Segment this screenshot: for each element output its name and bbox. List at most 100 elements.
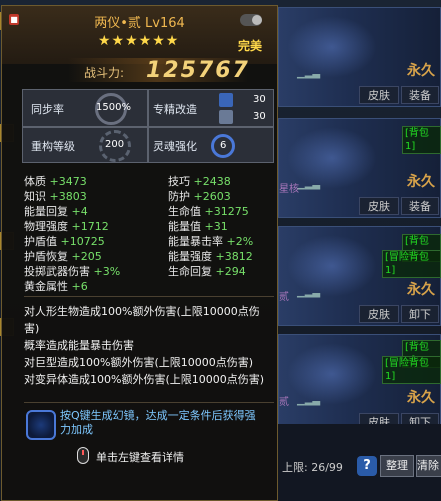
mastery-value-defense: 30 bbox=[253, 111, 266, 122]
item-title: 两仪•贰 Lv164 bbox=[2, 12, 277, 31]
star-rating: ★★★★★★ bbox=[98, 33, 180, 49]
stat-name: 防护 bbox=[168, 190, 190, 203]
stat-row: 护盾值 +10725 bbox=[24, 234, 105, 249]
signal-bars-icon: ▁▂▃ bbox=[297, 68, 321, 79]
stat-name: 护盾值 bbox=[24, 235, 57, 248]
skin-button[interactable]: 皮肤 bbox=[359, 197, 399, 215]
sync-rate-value: 1500% bbox=[96, 102, 131, 113]
stat-row: 护盾恢复 +205 bbox=[24, 249, 102, 264]
stat-name: 知识 bbox=[24, 190, 46, 203]
weapon-card-1[interactable]: ▁▂▃ 永久 皮肤 装备 bbox=[278, 7, 441, 107]
sync-rate-panel: 同步率 1500% bbox=[22, 89, 148, 127]
stat-value: +3473 bbox=[49, 175, 87, 188]
stat-name: 投掷武器伤害 bbox=[24, 265, 90, 278]
divider bbox=[24, 296, 274, 297]
stat-row: 物理强度 +1712 bbox=[24, 219, 109, 234]
sync-rate-label: 同步率 bbox=[31, 103, 64, 116]
help-button[interactable]: ? bbox=[357, 456, 377, 476]
soul-value: 6 bbox=[220, 140, 227, 151]
signal-bars-icon: ▁▂▃ bbox=[297, 179, 321, 190]
mastery-panel: 专精改造 30 30 bbox=[148, 89, 274, 127]
stat-row: 生命回复 +294 bbox=[168, 264, 246, 279]
stat-name: 技巧 bbox=[168, 175, 190, 188]
click-hint: 单击左键查看详情 bbox=[96, 451, 184, 464]
signal-bars-icon: ▁▂▃ bbox=[297, 287, 321, 298]
effect-line: 对变异体造成100%额外伤害(上限10000点伤害) bbox=[24, 373, 265, 386]
stat-name: 黄金属性 bbox=[24, 280, 68, 293]
stat-name: 生命值 bbox=[168, 205, 201, 218]
sort-button[interactable]: 整理 bbox=[380, 455, 414, 477]
stat-value: +3812 bbox=[215, 250, 253, 263]
stat-value: +31275 bbox=[204, 205, 249, 218]
adventure-bag-tag: [冒险背包1] bbox=[382, 250, 441, 278]
shield-icon bbox=[219, 110, 233, 124]
card-name-fragment: 星核 bbox=[279, 184, 299, 195]
stat-value: +3% bbox=[93, 265, 121, 278]
stat-name: 能量暴击率 bbox=[168, 235, 223, 248]
stat-row: 生命值 +31275 bbox=[168, 204, 249, 219]
stat-row: 知识 +3803 bbox=[24, 189, 87, 204]
stat-value: +2603 bbox=[193, 190, 231, 203]
card-name-fragment: 贰 bbox=[279, 292, 289, 303]
stat-row: 投掷武器伤害 +3% bbox=[24, 264, 120, 279]
quality-label: 完美 bbox=[238, 39, 263, 53]
reforge-label: 重构等级 bbox=[31, 140, 75, 153]
power-value: 125767 bbox=[146, 58, 250, 83]
stat-value: +2438 bbox=[193, 175, 231, 188]
unequip-button[interactable]: 卸下 bbox=[401, 305, 439, 323]
stat-value: +4 bbox=[71, 205, 88, 218]
stat-row: 能量暴击率 +2% bbox=[168, 234, 253, 249]
stat-value: +31 bbox=[204, 220, 228, 233]
mastery-label: 专精改造 bbox=[153, 103, 197, 116]
stat-row: 能量回复 +4 bbox=[24, 204, 88, 219]
signal-bars-icon: ▁▂▃ bbox=[297, 395, 321, 406]
stat-value: +294 bbox=[215, 265, 246, 278]
stat-value: +205 bbox=[71, 250, 102, 263]
stat-name: 能量强度 bbox=[168, 250, 212, 263]
stat-name: 能量值 bbox=[168, 220, 201, 233]
item-level: Lv164 bbox=[145, 16, 185, 31]
stat-name: 物理强度 bbox=[24, 220, 68, 233]
effect-line: 概率造成能量暴击伤害 bbox=[24, 339, 134, 352]
equip-button[interactable]: 装备 bbox=[401, 197, 439, 215]
duration-label: 永久 bbox=[407, 63, 435, 79]
stat-value: +10725 bbox=[60, 235, 105, 248]
special-effects: 对人形生物造成100%额外伤害(上限10000点伤害) 概率造成能量暴击伤害 对… bbox=[24, 303, 274, 388]
sword-icon bbox=[219, 93, 233, 107]
stat-name: 生命回复 bbox=[168, 265, 212, 278]
stat-row: 能量值 +31 bbox=[168, 219, 228, 234]
mouse-left-click-icon bbox=[77, 447, 89, 464]
effect-line: 对人形生物造成100%额外伤害(上限10000点伤害) bbox=[24, 305, 260, 335]
equip-button[interactable]: 装备 bbox=[401, 86, 439, 104]
divider bbox=[24, 402, 274, 403]
adventure-bag-tag: [冒险背包1] bbox=[382, 356, 441, 384]
compare-toggle[interactable] bbox=[240, 14, 262, 26]
duration-label: 永久 bbox=[407, 390, 435, 406]
stat-row: 黄金属性 +6 bbox=[24, 279, 88, 294]
duration-label: 永久 bbox=[407, 174, 435, 190]
clear-button[interactable]: 清除 bbox=[416, 455, 441, 477]
mastery-value-attack: 30 bbox=[253, 94, 266, 105]
mirror-skill-icon bbox=[26, 410, 56, 440]
bag-tag: [背包1] bbox=[402, 126, 441, 154]
duration-label: 永久 bbox=[407, 282, 435, 298]
stat-row: 体质 +3473 bbox=[24, 174, 87, 189]
skin-button[interactable]: 皮肤 bbox=[359, 86, 399, 104]
item-tooltip: ■ 两仪•贰 Lv164 ★★★★★★ 完美 战斗力: 125767 同步率 1… bbox=[1, 5, 278, 501]
soul-label: 灵魂强化 bbox=[153, 140, 197, 153]
card-name-fragment: 贰 bbox=[279, 397, 289, 408]
stat-row: 防护 +2603 bbox=[168, 189, 231, 204]
stat-value: +1712 bbox=[71, 220, 109, 233]
toggle-knob bbox=[252, 15, 262, 25]
reforge-value: 200 bbox=[105, 139, 125, 150]
stat-row: 能量强度 +3812 bbox=[168, 249, 253, 264]
stat-value: +3803 bbox=[49, 190, 87, 203]
stat-value: +6 bbox=[71, 280, 88, 293]
skill-description: 按Q键生成幻镜，达成一定条件后获得强力加成 bbox=[60, 409, 256, 436]
power-label: 战斗力: bbox=[84, 66, 125, 80]
stat-name: 体质 bbox=[24, 175, 46, 188]
capacity-label: 上限: 26/99 bbox=[282, 461, 343, 474]
skin-button[interactable]: 皮肤 bbox=[359, 305, 399, 323]
stat-name: 护盾恢复 bbox=[24, 250, 68, 263]
soul-panel: 灵魂强化 6 bbox=[148, 127, 274, 163]
